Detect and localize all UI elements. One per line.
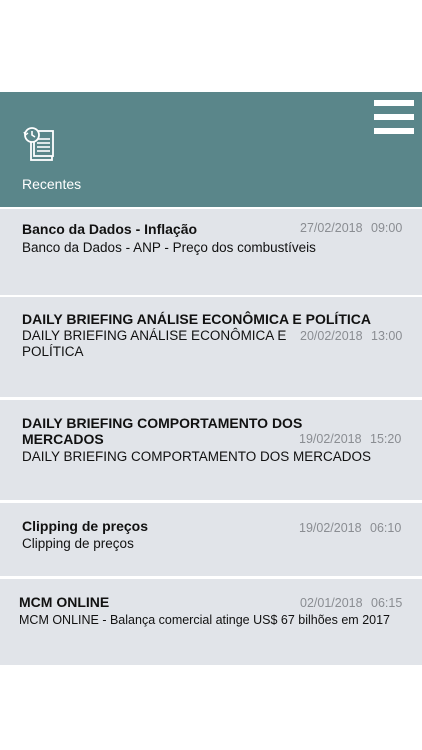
menu-bar [374,128,414,134]
item-time: 06:15 [371,596,403,610]
item-time: 09:00 [371,221,403,235]
item-title: Banco da Dados - Inflação [22,221,198,237]
item-date: 20/02/2018 [300,329,363,343]
item-date: 19/02/2018 [299,521,362,535]
item-subtitle: Clipping de preços [22,536,134,551]
item-subtitle: DAILY BRIEFING ANÁLISE ECONÔMICA E [22,328,287,343]
item-title: Clipping de preços [22,518,149,534]
item-subtitle: MCM ONLINE - Balança comercial atinge US… [19,613,391,627]
list-item[interactable]: MCM ONLINE MCM ONLINE - Balança comercia… [0,579,422,665]
item-subtitle: Banco da Dados - ANP - Preço dos combust… [22,240,316,255]
item-time: 13:00 [371,329,403,343]
item-date: 27/02/2018 [300,221,363,235]
recent-documents-icon [22,126,56,162]
list-item[interactable]: DAILY BRIEFING COMPORTAMENTO DOS MERCADO… [0,400,422,500]
list-item[interactable]: Banco da Dados - Inflação Banco da Dados… [0,209,422,295]
item-time: 06:10 [370,521,402,535]
hamburger-menu-icon[interactable] [374,100,414,134]
item-title: MCM ONLINE [19,594,110,610]
item-title: DAILY BRIEFING COMPORTAMENTO DOS [22,415,303,431]
menu-bar [374,100,414,106]
menu-bar [374,114,414,120]
item-subtitle: POLÍTICA [22,344,84,359]
item-time: 15:20 [370,432,402,446]
item-date: 02/01/2018 [300,596,363,610]
list-item[interactable]: DAILY BRIEFING ANÁLISE ECONÔMICA E POLÍT… [0,297,422,397]
item-date: 19/02/2018 [299,432,362,446]
item-subtitle: DAILY BRIEFING COMPORTAMENTO DOS MERCADO… [22,449,372,464]
list-item[interactable]: Clipping de preços Clipping de preços 19… [0,503,422,576]
item-title: MERCADOS [22,431,104,447]
page-title: Recentes [22,176,82,192]
item-title: DAILY BRIEFING ANÁLISE ECONÔMICA E POLÍT… [22,311,371,327]
